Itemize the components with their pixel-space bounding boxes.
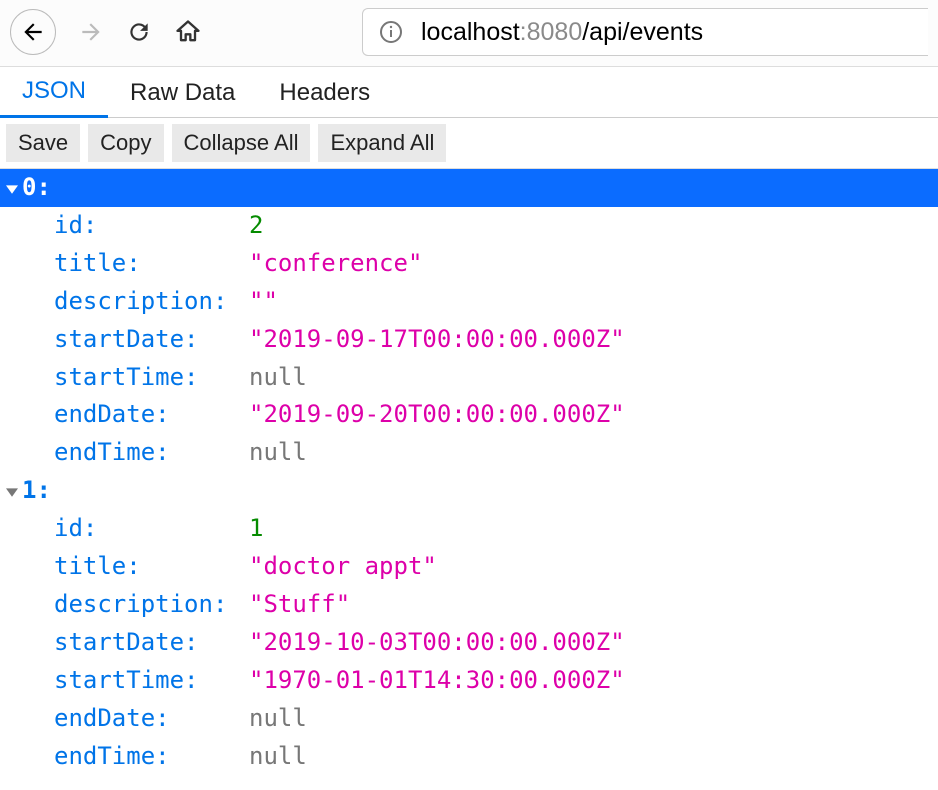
prop-value: "2019-09-17T00:00:00.000Z" xyxy=(249,321,625,359)
action-toolbar: Save Copy Collapse All Expand All xyxy=(0,118,938,169)
url-text: localhost:8080/api/events xyxy=(421,18,703,47)
browser-toolbar: localhost:8080/api/events xyxy=(0,0,938,67)
prop-key: id: xyxy=(54,514,97,542)
url-host: localhost xyxy=(421,18,520,46)
prop-row-description[interactable]: description: "Stuff" xyxy=(0,586,938,624)
prop-row-starttime[interactable]: startTime: "1970-01-01T14:30:00.000Z" xyxy=(0,662,938,700)
array-item-0-header[interactable]: 0: xyxy=(0,169,938,207)
prop-value: null xyxy=(249,434,307,472)
prop-key: startDate: xyxy=(54,325,199,353)
prop-key: description: xyxy=(54,590,227,618)
prop-row-enddate[interactable]: endDate: "2019-09-20T00:00:00.000Z" xyxy=(0,396,938,434)
prop-value: "2019-10-03T00:00:00.000Z" xyxy=(249,624,625,662)
prop-key: endDate: xyxy=(54,400,170,428)
prop-key: title: xyxy=(54,249,141,277)
prop-key: endTime: xyxy=(54,438,170,466)
expand-all-button[interactable]: Expand All xyxy=(318,124,446,162)
forward-button[interactable] xyxy=(78,19,104,45)
save-button[interactable]: Save xyxy=(6,124,80,162)
viewer-tabs: JSON Raw Data Headers xyxy=(0,67,938,118)
prop-key: startTime: xyxy=(54,666,199,694)
prop-value: "Stuff" xyxy=(249,586,350,624)
tab-headers[interactable]: Headers xyxy=(257,69,392,117)
collapse-all-button[interactable]: Collapse All xyxy=(172,124,311,162)
prop-value: 1 xyxy=(249,510,263,548)
prop-row-startdate[interactable]: startDate: "2019-09-17T00:00:00.000Z" xyxy=(0,321,938,359)
back-button[interactable] xyxy=(10,9,56,55)
copy-button[interactable]: Copy xyxy=(88,124,163,162)
reload-button[interactable] xyxy=(126,19,152,45)
json-viewer: 0: id: 2 title: "conference" description: "… xyxy=(0,169,938,786)
arrow-left-icon xyxy=(20,19,46,45)
array-index-label: 1: xyxy=(22,472,51,510)
prop-key: endTime: xyxy=(54,742,170,770)
prop-key: startDate: xyxy=(54,628,199,656)
prop-row-description[interactable]: description: "" xyxy=(0,283,938,321)
array-index-label: 0: xyxy=(22,169,51,207)
nav-icons xyxy=(10,9,202,55)
twisty-down-icon xyxy=(4,183,20,195)
prop-key: startTime: xyxy=(54,363,199,391)
prop-value: "1970-01-01T14:30:00.000Z" xyxy=(249,662,625,700)
prop-value: null xyxy=(249,359,307,397)
prop-row-id[interactable]: id: 1 xyxy=(0,510,938,548)
prop-key: description: xyxy=(54,287,227,315)
prop-value: "" xyxy=(249,283,278,321)
prop-row-title[interactable]: title: "conference" xyxy=(0,245,938,283)
home-button[interactable] xyxy=(174,18,202,46)
prop-row-endtime[interactable]: endTime: null xyxy=(0,434,938,472)
info-icon[interactable] xyxy=(379,20,403,44)
prop-row-starttime[interactable]: startTime: null xyxy=(0,359,938,397)
prop-key: endDate: xyxy=(54,704,170,732)
prop-key: title: xyxy=(54,552,141,580)
prop-value: "conference" xyxy=(249,245,422,283)
twisty-down-icon xyxy=(4,486,20,498)
prop-row-startdate[interactable]: startDate: "2019-10-03T00:00:00.000Z" xyxy=(0,624,938,662)
url-bar[interactable]: localhost:8080/api/events xyxy=(362,8,928,56)
prop-key: id: xyxy=(54,211,97,239)
prop-value: "doctor appt" xyxy=(249,548,437,586)
url-port: :8080 xyxy=(520,18,583,46)
tab-json[interactable]: JSON xyxy=(0,67,108,118)
prop-row-enddate[interactable]: endDate: null xyxy=(0,700,938,738)
prop-value: "2019-09-20T00:00:00.000Z" xyxy=(249,396,625,434)
prop-value: null xyxy=(249,700,307,738)
array-item-1-header[interactable]: 1: xyxy=(0,472,938,510)
prop-value: null xyxy=(249,738,307,776)
prop-value: 2 xyxy=(249,207,263,245)
prop-row-endtime[interactable]: endTime: null xyxy=(0,738,938,776)
url-path: /api/events xyxy=(582,18,703,46)
tab-raw-data[interactable]: Raw Data xyxy=(108,69,257,117)
prop-row-id[interactable]: id: 2 xyxy=(0,207,938,245)
prop-row-title[interactable]: title: "doctor appt" xyxy=(0,548,938,586)
